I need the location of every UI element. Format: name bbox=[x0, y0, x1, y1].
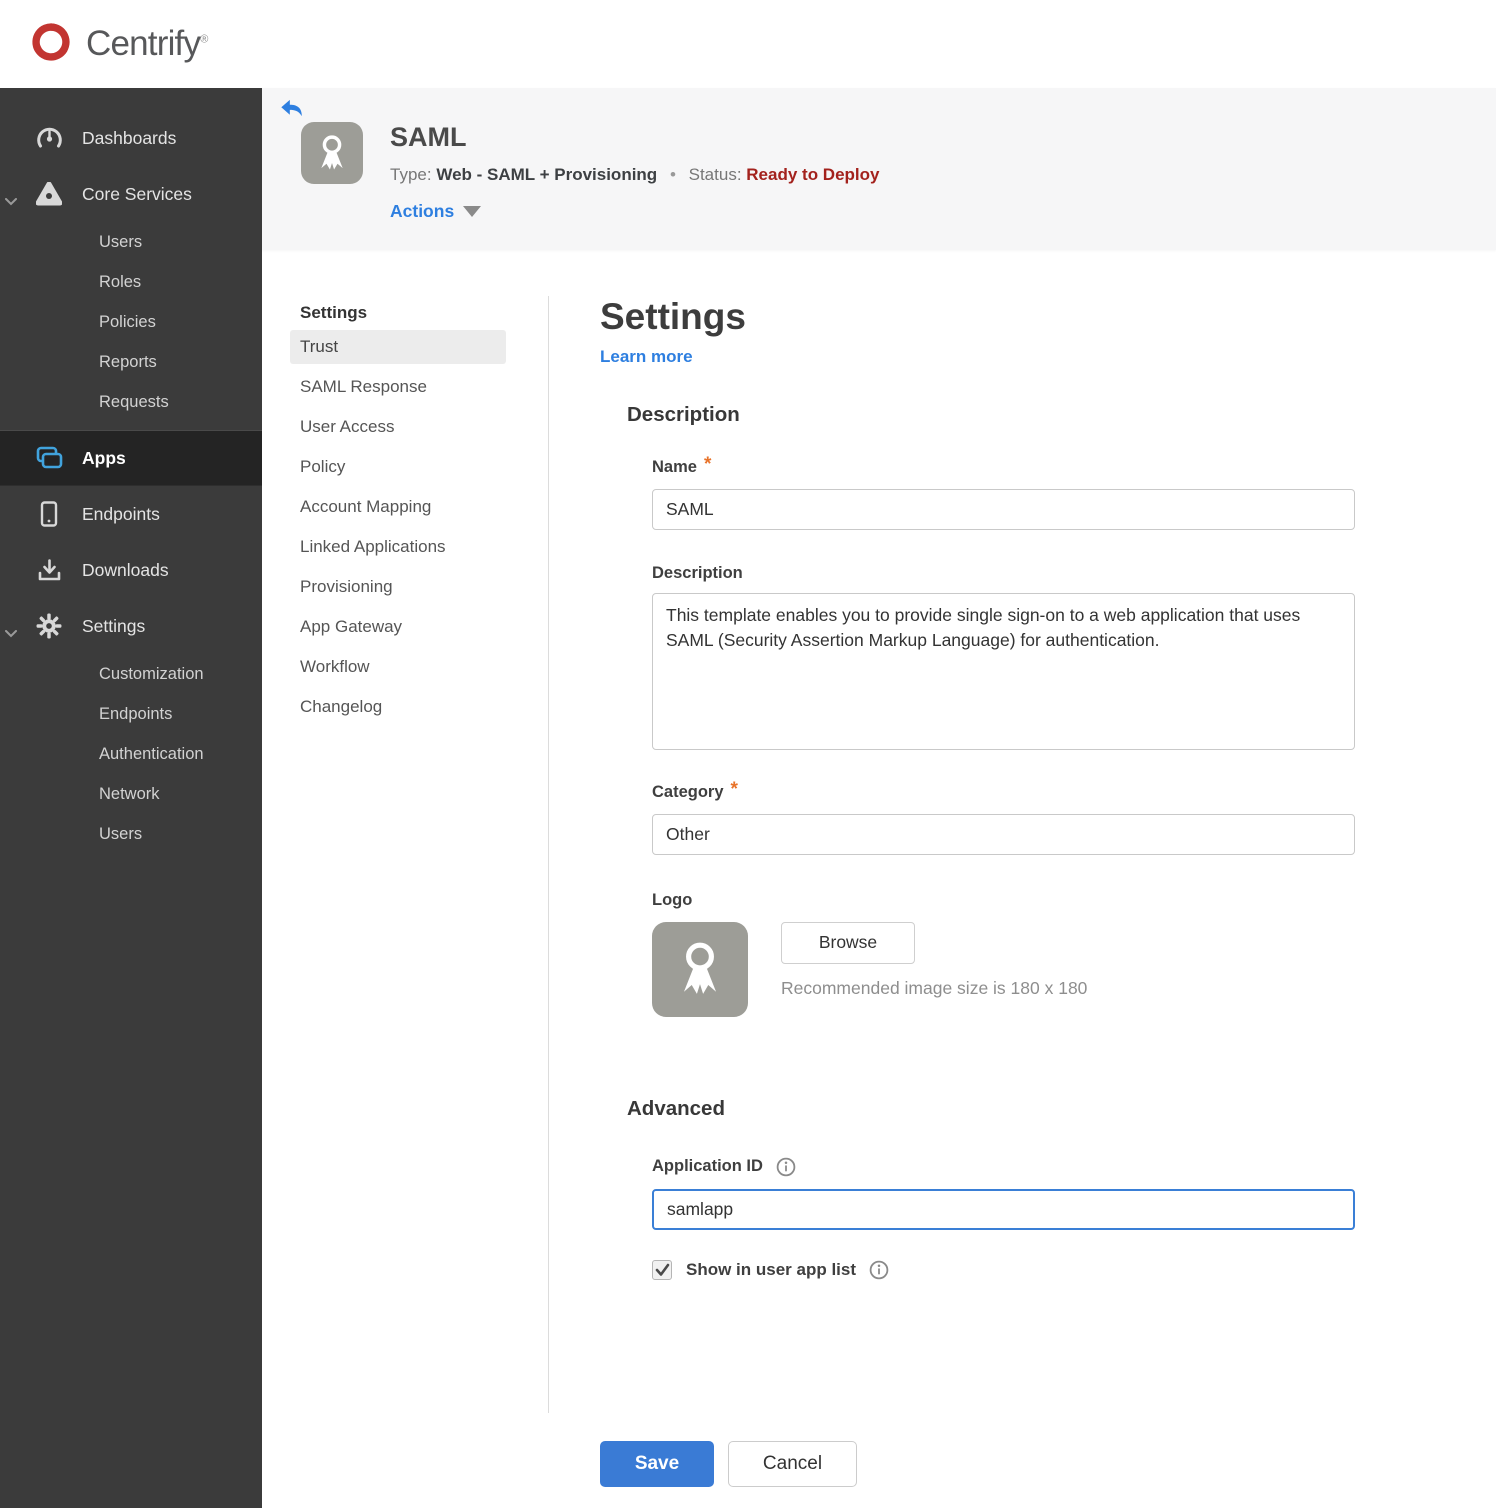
info-icon[interactable] bbox=[776, 1157, 796, 1177]
subnav-item-trust[interactable]: Trust bbox=[290, 330, 506, 364]
advanced-section-heading: Advanced bbox=[627, 1096, 725, 1120]
chevron-down-icon bbox=[5, 190, 17, 211]
show-in-user-app-list-row: Show in user app list bbox=[652, 1259, 1409, 1280]
sidebar-item-endpoints[interactable]: Endpoints bbox=[0, 486, 262, 542]
centrify-logo-icon bbox=[28, 19, 74, 70]
sidebar-item-customization[interactable]: Customization bbox=[0, 654, 262, 694]
app-subnav: Settings Trust SAML Response User Access… bbox=[262, 296, 549, 1413]
sidebar-item-label: Endpoints bbox=[82, 503, 160, 524]
sidebar-item-settings-users[interactable]: Users bbox=[0, 814, 262, 854]
separator-dot: • bbox=[669, 165, 676, 184]
cancel-button[interactable]: Cancel bbox=[728, 1441, 857, 1487]
sidebar-item-roles[interactable]: Roles bbox=[0, 262, 262, 302]
sidebar-item-settings-endpoints[interactable]: Endpoints bbox=[0, 694, 262, 734]
gear-icon bbox=[34, 613, 64, 639]
sidebar-item-authentication[interactable]: Authentication bbox=[0, 734, 262, 774]
save-button[interactable]: Save bbox=[600, 1441, 714, 1487]
settings-form: Settings Learn more Description Name * D… bbox=[549, 296, 1409, 1413]
type-value: Web - SAML + Provisioning bbox=[436, 165, 658, 184]
required-asterisk: * bbox=[730, 778, 738, 800]
subnav-item-policy[interactable]: Policy bbox=[290, 450, 506, 484]
application-id-field[interactable] bbox=[652, 1188, 1355, 1230]
back-arrow-icon[interactable] bbox=[280, 98, 304, 118]
subnav-item-app-gateway[interactable]: App Gateway bbox=[290, 610, 506, 644]
sidebar-item-label: Apps bbox=[82, 447, 126, 468]
centrify-logo: Centrify® bbox=[28, 19, 208, 70]
learn-more-link[interactable]: Learn more bbox=[600, 347, 693, 367]
logo-label: Logo bbox=[652, 890, 693, 909]
subnav-item-workflow[interactable]: Workflow bbox=[290, 650, 506, 684]
sidebar-item-settings[interactable]: Settings bbox=[0, 598, 262, 654]
device-icon bbox=[34, 501, 64, 527]
status-value: Ready to Deploy bbox=[746, 165, 880, 184]
type-label: Type: bbox=[390, 165, 432, 184]
description-section-heading: Description bbox=[627, 402, 740, 426]
sidebar-item-label: Settings bbox=[82, 615, 146, 636]
app-title: SAML bbox=[390, 122, 467, 152]
browse-button[interactable]: Browse bbox=[781, 921, 915, 964]
app-logo-badge bbox=[301, 122, 363, 184]
core-services-icon bbox=[34, 182, 64, 206]
subnav-item-account-mapping[interactable]: Account Mapping bbox=[290, 490, 506, 524]
sidebar-item-apps[interactable]: Apps bbox=[0, 430, 262, 486]
sidebar: Dashboards Core Services Users Roles Pol… bbox=[0, 88, 262, 1508]
sidebar-item-label: Core Services bbox=[82, 183, 192, 204]
form-actions: Save Cancel bbox=[600, 1441, 1496, 1487]
subnav-item-linked-applications[interactable]: Linked Applications bbox=[290, 530, 506, 564]
dropdown-triangle-icon bbox=[463, 206, 482, 217]
sidebar-item-reports[interactable]: Reports bbox=[0, 342, 262, 382]
subnav-item-changelog[interactable]: Changelog bbox=[290, 690, 506, 724]
core-services-sublist: Users Roles Policies Reports Requests bbox=[0, 222, 262, 422]
sidebar-item-requests[interactable]: Requests bbox=[0, 382, 262, 422]
download-icon bbox=[34, 558, 64, 583]
info-icon[interactable] bbox=[869, 1260, 889, 1280]
status-label: Status: bbox=[688, 165, 742, 184]
sidebar-item-label: Dashboards bbox=[82, 127, 177, 148]
subnav-item-saml-response[interactable]: SAML Response bbox=[290, 370, 506, 404]
centrify-wordmark: Centrify® bbox=[86, 24, 208, 63]
logo-size-hint: Recommended image size is 180 x 180 bbox=[781, 977, 1088, 998]
subnav-item-user-access[interactable]: User Access bbox=[290, 410, 506, 444]
gauge-icon bbox=[34, 126, 64, 150]
application-id-label: Application ID bbox=[652, 1157, 1409, 1177]
content-area: SAML Type: Web - SAML + Provisioning • S… bbox=[262, 88, 1496, 1508]
chevron-down-icon bbox=[5, 622, 17, 643]
app-header: SAML Type: Web - SAML + Provisioning • S… bbox=[262, 88, 1496, 250]
app-type-status-row: Type: Web - SAML + Provisioning • Status… bbox=[390, 165, 879, 185]
category-label: Category * bbox=[652, 778, 738, 802]
page-title: Settings bbox=[600, 296, 746, 337]
actions-label: Actions bbox=[390, 201, 455, 221]
sidebar-item-core-services[interactable]: Core Services bbox=[0, 166, 262, 222]
required-asterisk: * bbox=[703, 453, 712, 475]
sidebar-item-label: Downloads bbox=[82, 559, 169, 580]
topbar: Centrify® bbox=[0, 0, 1496, 88]
apps-icon bbox=[34, 446, 64, 470]
description-field[interactable]: This template enables you to provide sin… bbox=[652, 592, 1355, 750]
show-in-app-list-label: Show in user app list bbox=[686, 1259, 857, 1279]
trademark-symbol: ® bbox=[200, 33, 208, 46]
category-field[interactable] bbox=[652, 813, 1355, 855]
description-label: Description bbox=[652, 563, 743, 582]
subnav-heading: Settings bbox=[300, 303, 368, 322]
subnav-item-provisioning[interactable]: Provisioning bbox=[290, 570, 506, 604]
sidebar-item-users[interactable]: Users bbox=[0, 222, 262, 262]
sidebar-item-network[interactable]: Network bbox=[0, 774, 262, 814]
name-label: Name * bbox=[652, 453, 712, 477]
name-field[interactable] bbox=[652, 488, 1355, 530]
app-logo-preview bbox=[652, 921, 748, 1017]
sidebar-item-policies[interactable]: Policies bbox=[0, 302, 262, 342]
sidebar-item-dashboards[interactable]: Dashboards bbox=[0, 110, 262, 166]
sidebar-item-downloads[interactable]: Downloads bbox=[0, 542, 262, 598]
actions-dropdown[interactable]: Actions bbox=[390, 201, 879, 222]
show-in-app-list-checkbox[interactable] bbox=[652, 1259, 672, 1280]
settings-sublist: Customization Endpoints Authentication N… bbox=[0, 654, 262, 854]
